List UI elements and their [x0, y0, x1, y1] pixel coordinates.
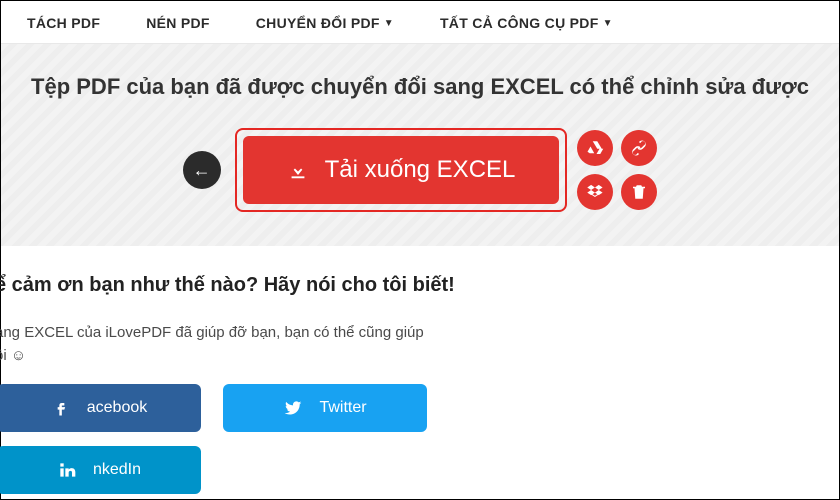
twitter-icon	[283, 398, 303, 418]
nav-all-tools[interactable]: TẤT CẢ CÔNG CỤ PDF ▼	[440, 15, 613, 31]
share-linkedin-button[interactable]: nkedIn	[0, 446, 201, 494]
download-icon	[287, 159, 309, 181]
share-twitter-label: Twitter	[319, 399, 366, 417]
thanks-heading: ể cảm ơn bạn như thế nào? Hãy nói cho tô…	[0, 274, 833, 297]
thanks-line-1: ang EXCEL của iLovePDF đã giúp đỡ bạn, b…	[0, 321, 833, 344]
share-row-1: acebook Twitter	[0, 384, 833, 432]
nav-convert-pdf[interactable]: CHUYỂN ĐỔI PDF ▼	[256, 15, 394, 31]
save-dropbox-button[interactable]	[577, 174, 613, 210]
chevron-down-icon: ▼	[384, 18, 394, 29]
google-drive-icon	[586, 139, 604, 157]
download-excel-button[interactable]: Tải xuống EXCEL	[243, 136, 560, 204]
share-facebook-button[interactable]: acebook	[0, 384, 201, 432]
result-hero: Tệp PDF của bạn đã được chuyển đổi sang …	[1, 44, 839, 246]
share-twitter-button[interactable]: Twitter	[223, 384, 427, 432]
chevron-down-icon: ▼	[603, 18, 613, 29]
nav-compress-pdf[interactable]: NÉN PDF	[146, 15, 210, 31]
download-highlight-box: Tải xuống EXCEL	[235, 128, 568, 212]
facebook-icon	[51, 398, 71, 418]
download-label: Tải xuống EXCEL	[325, 156, 516, 184]
share-linkedin-label: nkedIn	[93, 461, 141, 479]
save-google-drive-button[interactable]	[577, 130, 613, 166]
side-action-icons	[577, 130, 657, 210]
thanks-line-2: ôi ☺	[0, 344, 833, 367]
nav-convert-label: CHUYỂN ĐỔI PDF	[256, 15, 380, 31]
share-facebook-label: acebook	[87, 399, 148, 417]
arrow-left-icon: ←	[193, 160, 211, 181]
dropbox-icon	[586, 183, 604, 201]
success-message: Tệp PDF của bạn đã được chuyển đổi sang …	[31, 74, 809, 100]
download-row: ← Tải xuống EXCEL	[183, 128, 658, 212]
top-navbar: TÁCH PDF NÉN PDF CHUYỂN ĐỔI PDF ▼ TẤT CẢ…	[1, 1, 839, 44]
delete-button[interactable]	[621, 174, 657, 210]
share-row-2: nkedIn	[0, 432, 833, 494]
linkedin-icon	[57, 460, 77, 480]
link-icon	[630, 139, 648, 157]
copy-link-button[interactable]	[621, 130, 657, 166]
nav-split-pdf[interactable]: TÁCH PDF	[27, 15, 100, 31]
nav-all-tools-label: TẤT CẢ CÔNG CỤ PDF	[440, 15, 599, 31]
back-button[interactable]: ←	[183, 151, 221, 189]
trash-icon	[630, 183, 648, 201]
thanks-subtext: ang EXCEL của iLovePDF đã giúp đỡ bạn, b…	[0, 321, 833, 368]
thanks-section: ể cảm ơn bạn như thế nào? Hãy nói cho tô…	[0, 274, 833, 494]
